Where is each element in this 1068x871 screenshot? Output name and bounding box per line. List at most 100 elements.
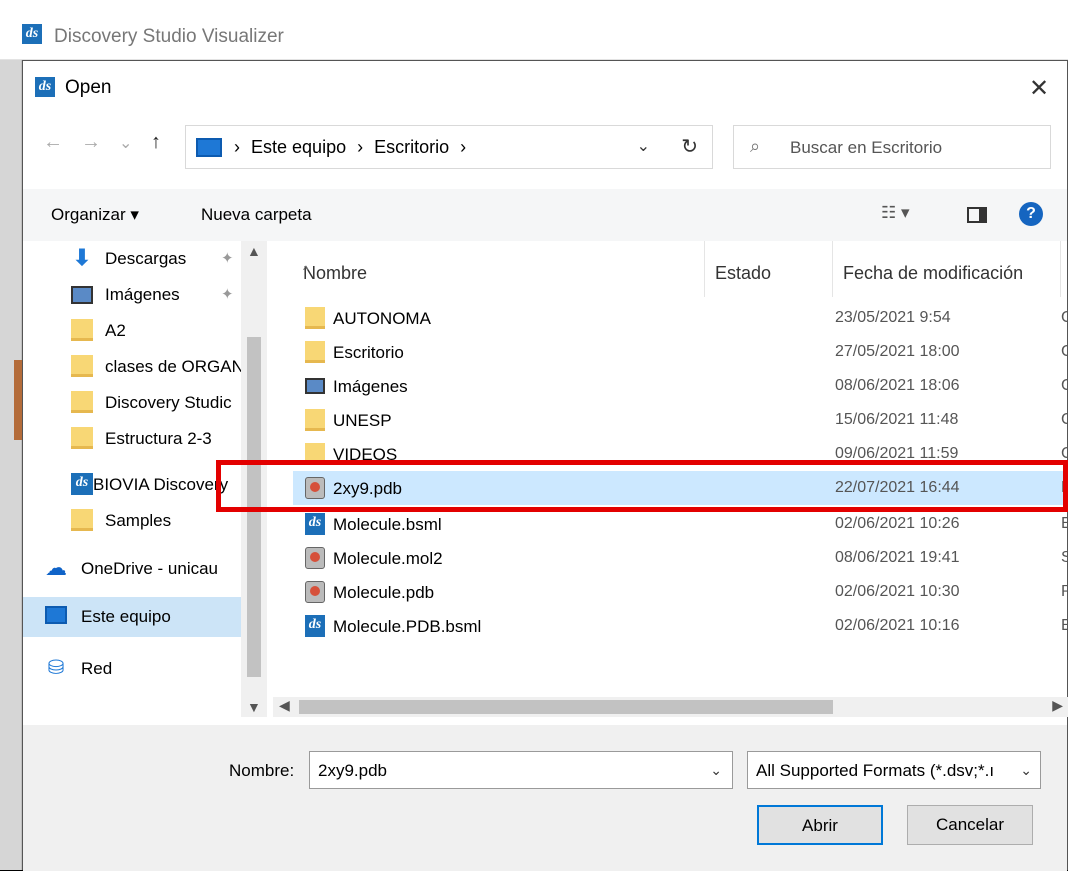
nav-item-estructura[interactable]: Estructura 2-3 — [23, 421, 241, 457]
pin-icon[interactable]: ✦ — [221, 285, 234, 303]
column-header-type[interactable]: T — [1061, 241, 1068, 297]
nav-item-label: Este equipo — [81, 607, 171, 626]
file-type: E — [1061, 515, 1068, 532]
nav-item-samples[interactable]: Samples — [23, 503, 241, 539]
filename-input[interactable]: 2xy9.pdb — [318, 761, 387, 781]
file-date: 23/05/2021 9:54 — [835, 309, 951, 326]
scroll-down-icon[interactable]: ▼ — [247, 699, 261, 715]
file-type-select[interactable]: All Supported Formats (*.dsv;*.ı ⌄ — [747, 751, 1041, 789]
computer-icon — [196, 138, 222, 157]
nav-item-clases-de-organ[interactable]: clases de ORGAN — [23, 349, 244, 385]
nav-item-discovery-studio[interactable]: Discovery Studic — [23, 385, 241, 421]
back-arrow-icon[interactable]: ← — [43, 131, 63, 154]
pictures-icon — [71, 286, 93, 304]
column-header-label: Nombre — [303, 263, 368, 283]
breadcrumb-separator[interactable]: › — [460, 137, 466, 157]
file-date: 08/06/2021 18:06 — [835, 377, 960, 394]
file-date: 02/06/2021 10:26 — [835, 515, 960, 532]
folder-icon — [71, 509, 93, 531]
file-row[interactable]: Molecule.mol2 08/06/2021 19:41 S — [293, 541, 1068, 575]
nav-item-label: Estructura 2-3 — [105, 429, 212, 448]
file-date: 08/06/2021 19:41 — [835, 549, 960, 566]
scrollbar-thumb[interactable] — [299, 700, 833, 714]
chevron-down-icon[interactable]: ⌄ — [1020, 762, 1032, 779]
view-options-icon[interactable]: ☷ ▾ — [881, 203, 910, 223]
file-date: 02/06/2021 10:30 — [835, 583, 960, 600]
nav-item-label: Imágenes — [105, 285, 180, 304]
scroll-left-icon[interactable]: ◀ — [279, 697, 290, 714]
cloud-icon: ☁ — [45, 555, 67, 580]
breadcrumb: › Este equipo › Escritorio › — [234, 137, 472, 158]
preview-pane-icon[interactable] — [967, 207, 987, 223]
nav-item-label: clases de ORGAN — [105, 357, 244, 376]
nav-item-label: OneDrive - unicau — [81, 559, 219, 578]
nav-item-biovia-discovery[interactable]: ds BIOVIA Discovery — [23, 467, 241, 503]
cancel-button[interactable]: Cancelar — [907, 805, 1033, 845]
filename-field[interactable]: 2xy9.pdb ⌄ — [309, 751, 733, 789]
computer-icon — [45, 606, 67, 624]
file-type: C — [1061, 411, 1068, 428]
dialog-title: Open — [65, 77, 112, 98]
close-icon[interactable]: ✕ — [1021, 71, 1057, 107]
background-accent — [14, 360, 22, 440]
file-date: 02/06/2021 10:16 — [835, 617, 960, 634]
chevron-down-icon[interactable]: ⌄ — [710, 762, 722, 779]
open-button[interactable]: Abrir — [757, 805, 883, 845]
nav-item-label: Descargas — [105, 249, 187, 268]
nav-item-a2[interactable]: A2 — [23, 313, 241, 349]
nav-item-descargas[interactable]: ⬇ Descargas ✦ — [23, 241, 241, 277]
organize-menu-button[interactable]: Organizar ▾ — [51, 205, 139, 225]
column-header-modified[interactable]: Fecha de modificación — [833, 241, 1061, 297]
discovery-studio-logo-icon: ds — [305, 513, 325, 535]
file-row[interactable]: AUTONOMA 23/05/2021 9:54 C — [293, 301, 1068, 335]
file-row[interactable]: ds Molecule.bsml 02/06/2021 10:26 E — [293, 507, 1068, 541]
file-row[interactable]: Escritorio 27/05/2021 18:00 C — [293, 335, 1068, 369]
discovery-studio-logo-icon: ds — [35, 77, 55, 97]
horizontal-scrollbar[interactable]: ◀ ▶ — [273, 697, 1068, 717]
column-header-name[interactable]: Nombre ^ — [293, 241, 705, 297]
nav-item-este-equipo[interactable]: Este equipo — [23, 597, 241, 637]
navigation-bar: ← → ⌄ ↑ › Este equipo › Escritorio › ⌄ ↻… — [23, 125, 1067, 169]
file-row[interactable]: ds Molecule.PDB.bsml 02/06/2021 10:16 E — [293, 609, 1068, 643]
file-row[interactable]: Molecule.pdb 02/06/2021 10:30 P — [293, 575, 1068, 609]
file-type-value: All Supported Formats (*.dsv;*.ı — [756, 761, 995, 780]
pin-icon[interactable]: ✦ — [221, 249, 234, 267]
breadcrumb-separator: › — [234, 137, 240, 157]
file-row[interactable]: Imágenes 08/06/2021 18:06 C — [293, 369, 1068, 403]
breadcrumb-escritorio[interactable]: Escritorio — [374, 137, 449, 157]
discovery-studio-logo-icon: ds — [305, 615, 325, 637]
file-name: Molecule.mol2 — [333, 549, 443, 568]
new-folder-button[interactable]: Nueva carpeta — [201, 205, 312, 225]
sort-ascending-icon: ^ — [303, 263, 309, 277]
scroll-up-icon[interactable]: ▲ — [247, 243, 261, 259]
nav-item-red[interactable]: ⛁ Red — [23, 651, 241, 687]
refresh-icon[interactable]: ↻ — [681, 134, 698, 159]
dialog-footer: Nombre: 2xy9.pdb ⌄ All Supported Formats… — [23, 725, 1067, 871]
pdb-file-icon — [305, 547, 325, 569]
dialog-titlebar: ds Open ✕ — [23, 61, 1067, 117]
breadcrumb-este-equipo[interactable]: Este equipo — [251, 137, 346, 157]
up-arrow-icon[interactable]: ↑ — [151, 131, 161, 154]
file-type: S — [1061, 549, 1068, 566]
file-type: P — [1061, 583, 1068, 600]
discovery-studio-logo-icon: ds — [71, 473, 93, 495]
file-row[interactable]: UNESP 15/06/2021 11:48 C — [293, 403, 1068, 437]
nav-item-onedrive[interactable]: ☁ OneDrive - unicau — [23, 551, 241, 587]
folder-icon — [305, 307, 325, 329]
chevron-down-icon[interactable]: ⌄ — [637, 136, 650, 156]
forward-arrow-icon[interactable]: → — [81, 131, 101, 154]
file-type: E — [1061, 617, 1068, 634]
column-header-status[interactable]: Estado — [705, 241, 833, 297]
search-input[interactable]: Buscar en Escritorio — [790, 138, 942, 158]
file-type: C — [1061, 377, 1068, 394]
address-bar[interactable]: › Este equipo › Escritorio › ⌄ ↻ — [185, 125, 713, 169]
help-icon[interactable]: ? — [1019, 202, 1043, 226]
scroll-right-icon[interactable]: ▶ — [1052, 697, 1063, 714]
search-box[interactable]: ⌕ Buscar en Escritorio — [733, 125, 1051, 169]
nav-item-label: A2 — [105, 321, 126, 340]
nav-item-imagenes[interactable]: Imágenes ✦ — [23, 277, 241, 313]
discovery-studio-logo-icon: ds — [22, 24, 42, 44]
recent-locations-icon[interactable]: ⌄ — [119, 133, 132, 153]
download-icon: ⬇ — [72, 245, 92, 270]
pictures-icon — [305, 378, 325, 394]
